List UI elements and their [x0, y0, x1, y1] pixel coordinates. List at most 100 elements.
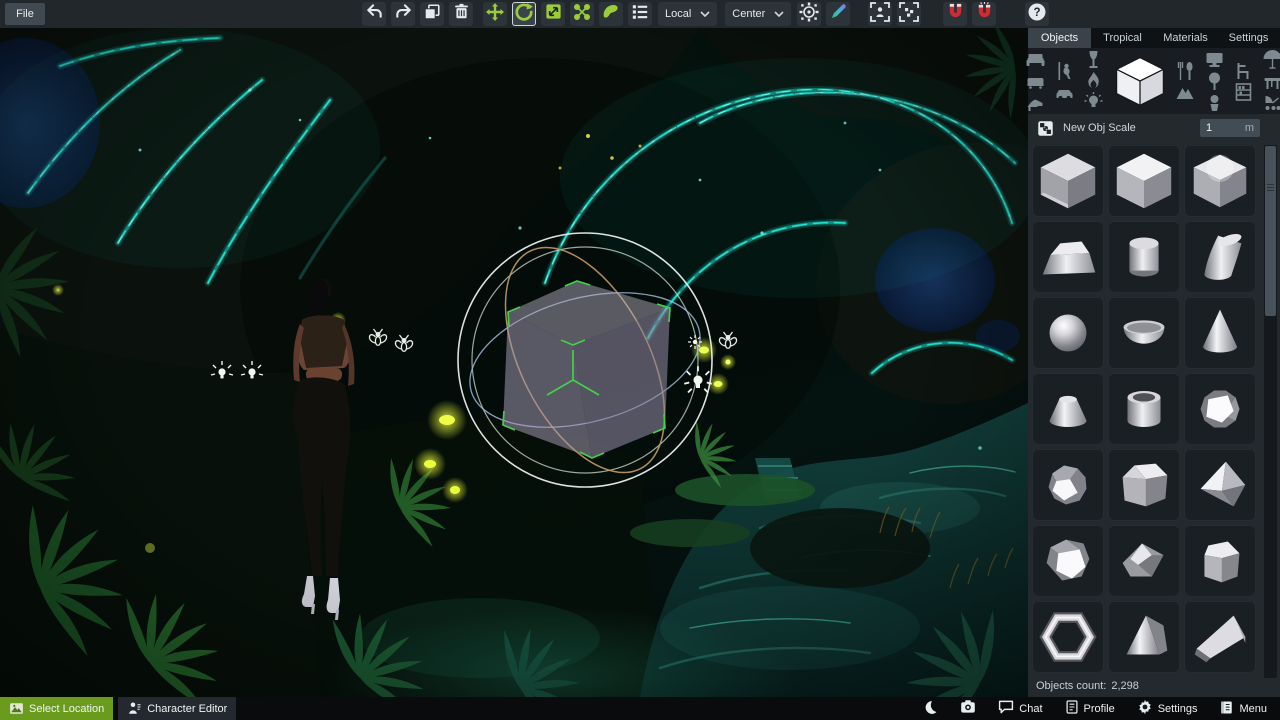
objects-count-label: Objects count: — [1036, 680, 1106, 692]
category-column — [1175, 61, 1197, 102]
tab-tropical[interactable]: Tropical — [1091, 28, 1154, 48]
color-brush-icon — [829, 2, 848, 26]
focus-character-button[interactable] — [868, 2, 892, 26]
pivot-mode-dropdown[interactable]: Center — [725, 2, 791, 26]
parasol-icon[interactable] — [1262, 50, 1280, 70]
sun-light-gizmo[interactable] — [688, 335, 702, 349]
color-brush-button[interactable] — [826, 2, 850, 26]
shape-cylinder[interactable] — [1108, 221, 1180, 293]
stroller-icon[interactable] — [1262, 92, 1280, 112]
shape-ramp-wedge[interactable] — [1184, 601, 1256, 673]
category-column — [1054, 61, 1076, 102]
shape-hexagonal-prism[interactable] — [1108, 449, 1180, 521]
shape-cube[interactable] — [1108, 145, 1180, 217]
wine-glass-icon[interactable] — [1083, 50, 1105, 70]
object-list-icon — [631, 3, 649, 26]
scale-button[interactable] — [541, 2, 565, 26]
category-column — [1112, 50, 1168, 112]
redo-button[interactable] — [391, 2, 415, 26]
screen-icon[interactable] — [1204, 50, 1226, 70]
tree-icon[interactable] — [1204, 71, 1226, 91]
duplicate-icon — [423, 3, 441, 26]
world-editor-app: File Local Center ? — [0, 0, 1280, 720]
tab-settings[interactable]: Settings — [1217, 28, 1280, 48]
shape-tube[interactable] — [1108, 373, 1180, 445]
chevron-down-icon — [774, 11, 784, 17]
shape-cube-beveled[interactable] — [1032, 145, 1104, 217]
shape-pentagonal-rock[interactable] — [1108, 525, 1180, 597]
paint-button[interactable] — [599, 2, 623, 26]
shape-frustum[interactable] — [1032, 221, 1104, 293]
sofa-icon[interactable] — [1025, 50, 1047, 70]
history-tool-group — [362, 2, 473, 26]
shape-rock-dodecahedron[interactable] — [1184, 373, 1256, 445]
chair-icon[interactable] — [1233, 61, 1255, 81]
shape-octahedron[interactable] — [1184, 449, 1256, 521]
shape-cube-rounded[interactable] — [1184, 145, 1256, 217]
shape-hemisphere-bowl[interactable] — [1108, 297, 1180, 369]
cutlery-icon[interactable] — [1175, 61, 1197, 81]
fire-icon[interactable] — [1083, 71, 1105, 91]
shape-hexagonal-ring[interactable] — [1032, 601, 1104, 673]
table-icon[interactable] — [1262, 71, 1280, 91]
rotate-button[interactable] — [512, 2, 536, 26]
primitives-cube-icon[interactable] — [1112, 50, 1168, 112]
character-icon — [127, 701, 142, 716]
shape-icosahedron-rock[interactable] — [1032, 525, 1104, 597]
editor-toolbar: Local Center ? — [362, 2, 1049, 26]
shape-oblique-cylinder[interactable] — [1184, 221, 1256, 293]
coordinate-space-dropdown[interactable]: Local — [658, 2, 717, 26]
chat-button[interactable]: Chat — [989, 697, 1051, 720]
chevron-down-icon — [700, 11, 710, 17]
undo-button[interactable] — [362, 2, 386, 26]
scrollbar-thumb[interactable] — [1265, 146, 1276, 316]
pivot-mode-value: Center — [732, 8, 765, 20]
magnet-snap-button[interactable] — [943, 2, 967, 26]
shape-cone-frustum[interactable] — [1032, 373, 1104, 445]
selected-cube[interactable] — [503, 281, 670, 458]
shelf-icon[interactable] — [1233, 82, 1255, 102]
file-menu-button[interactable]: File — [5, 3, 45, 25]
move-button[interactable] — [483, 2, 507, 26]
scale-icon — [544, 2, 563, 26]
profile-button[interactable]: Profile — [1056, 697, 1124, 720]
new-obj-scale-input[interactable]: 1 m — [1200, 119, 1260, 137]
view-tool-group — [797, 2, 850, 26]
new-obj-scale-label: New Obj Scale — [1063, 122, 1193, 134]
gizmo-settings-button[interactable] — [797, 2, 821, 26]
camera-button[interactable] — [951, 697, 985, 720]
redo-icon — [394, 2, 413, 26]
shape-pentagonal-prism[interactable] — [1184, 525, 1256, 597]
help-button[interactable]: ? — [1025, 2, 1049, 26]
scene-viewport[interactable] — [0, 28, 1028, 697]
shape-dodecahedron[interactable] — [1032, 449, 1104, 521]
shape-triangular-prism[interactable] — [1108, 601, 1180, 673]
moon-button[interactable] — [914, 697, 947, 720]
tab-objects[interactable]: Objects — [1028, 28, 1091, 48]
bulb-icon[interactable] — [1083, 92, 1105, 112]
mountain-icon[interactable] — [1175, 82, 1197, 102]
shape-cone[interactable] — [1184, 297, 1256, 369]
duplicate-button[interactable] — [420, 2, 444, 26]
heels-icon[interactable] — [1025, 92, 1047, 112]
character-editor-button[interactable]: Character Editor — [118, 697, 236, 720]
plant-pot-icon[interactable] — [1204, 92, 1226, 112]
couch-icon[interactable] — [1025, 71, 1047, 91]
objects-count-value: 2,298 — [1111, 680, 1139, 692]
shape-scrollbar[interactable] — [1264, 145, 1277, 678]
delete-button[interactable] — [449, 2, 473, 26]
magnet-align-button[interactable] — [972, 2, 996, 26]
scale-unit: m — [1245, 122, 1254, 134]
transform-tool-group — [483, 2, 652, 26]
group-button[interactable] — [570, 2, 594, 26]
shape-sphere[interactable] — [1032, 297, 1104, 369]
object-list-button[interactable] — [628, 2, 652, 26]
car-icon[interactable] — [1054, 82, 1076, 102]
tab-materials[interactable]: Materials — [1154, 28, 1217, 48]
pole-dance-icon[interactable] — [1054, 61, 1076, 81]
menu-button[interactable]: Menu — [1210, 697, 1276, 720]
svg-text:?: ? — [1034, 7, 1041, 19]
focus-object-button[interactable] — [897, 2, 921, 26]
settings-button[interactable]: Settings — [1128, 697, 1207, 720]
select-location-button[interactable]: Select Location — [0, 697, 113, 720]
